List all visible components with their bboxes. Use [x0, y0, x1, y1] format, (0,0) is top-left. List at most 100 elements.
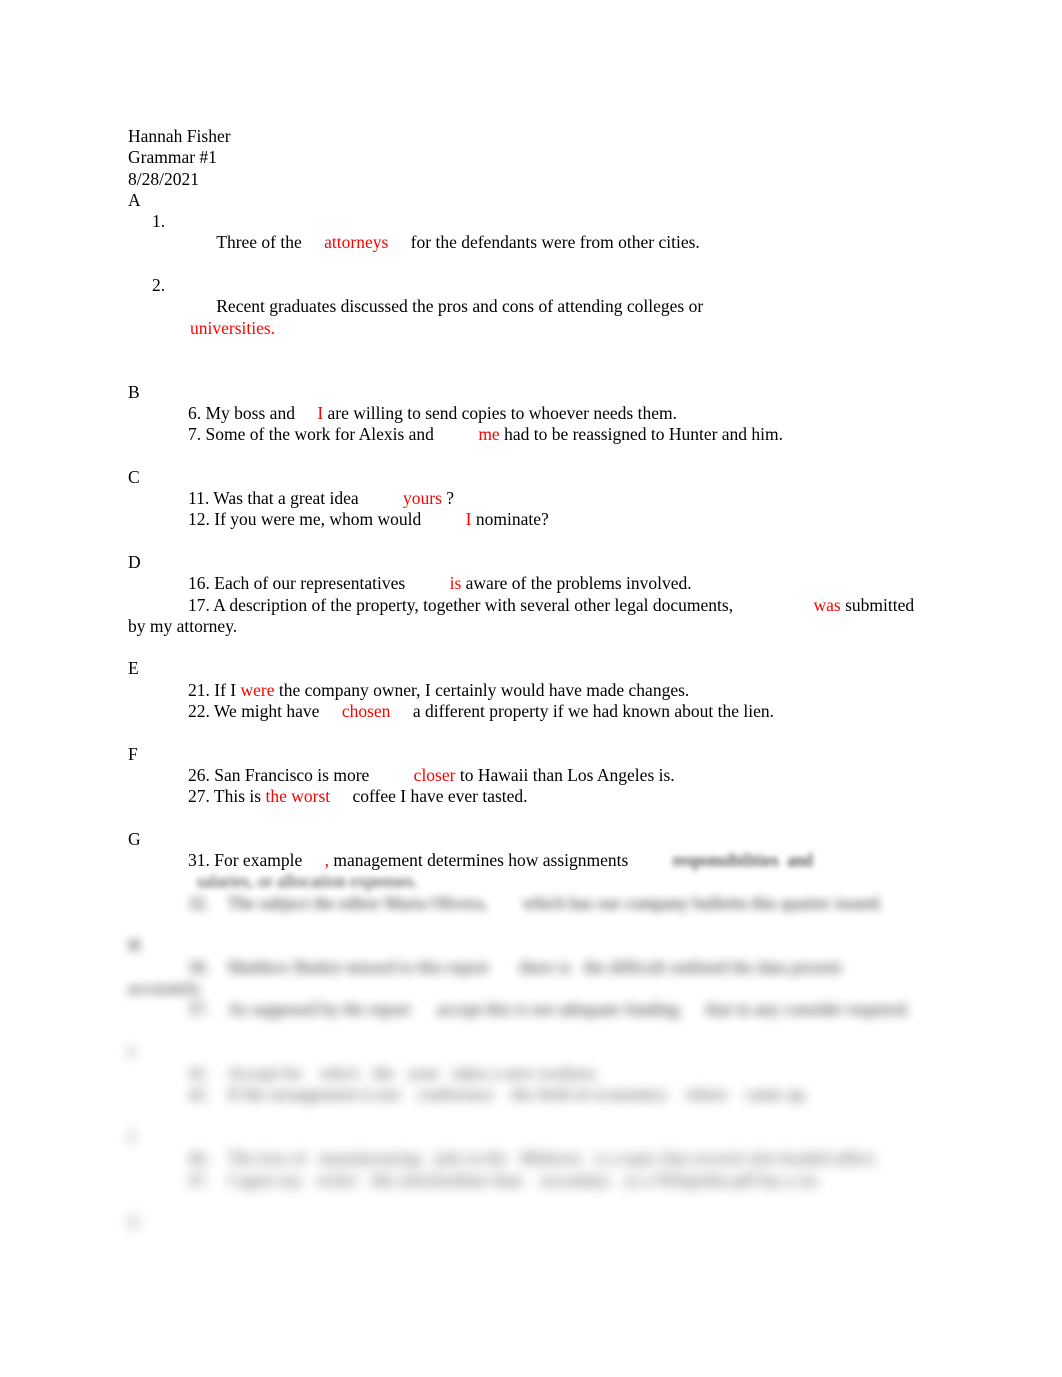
blurred-text: I agree my writer this intermediate than… [227, 1169, 821, 1190]
section-heading-c: C [128, 466, 140, 487]
item-number: 21. [188, 679, 210, 700]
list-item: 27. This is the worst coffee I have ever… [128, 786, 918, 807]
item-text-before: Recent graduates discussed the pros and … [216, 296, 708, 317]
list-item: 22. We might have chosen a different pro… [128, 701, 918, 722]
section-heading-i: I [128, 1041, 134, 1062]
blurred-text: salaries, or allocation expenses. [188, 871, 418, 892]
blurred-text: The loss of manufacturing jobs in the Mi… [227, 1148, 879, 1169]
section-heading-b: B [128, 381, 140, 402]
item-number: 22. [188, 701, 210, 722]
list-item: 46. The loss of manufacturing jobs in the… [128, 1148, 918, 1169]
item-text-after: nominate? [471, 509, 549, 530]
item-text-after: had to be reassigned to Hunter and him. [499, 424, 784, 445]
list-item: 6. My boss and I are willing to send cop… [128, 403, 918, 424]
list-item: 12. If you were me, whom would I nominat… [128, 509, 918, 530]
item-text-after: are willing to send copies to whoever ne… [323, 402, 677, 423]
item-text-before: San Francisco is more [209, 764, 374, 785]
item-number: 31. [188, 850, 210, 871]
item-number: 32. [188, 892, 210, 913]
list-marker: 2. [152, 275, 166, 296]
list-item: 36. Matthew Barker missed to this report … [128, 957, 918, 1000]
answer-word: me [478, 424, 500, 445]
item-text-after: the company owner, I certainly would hav… [274, 679, 690, 700]
answer-word: yours [403, 488, 442, 509]
item-number: 11. [188, 488, 210, 509]
answer-word: was [813, 594, 841, 615]
blurred-text: Accept for who's the your takes a new wo… [227, 1063, 600, 1084]
list-item: 16. Each of our representatives is aware… [128, 573, 918, 594]
answer-word: universities. [190, 317, 276, 338]
item-number: 47. [188, 1169, 210, 1190]
student-name: Hannah Fisher [128, 126, 231, 146]
assignment-date: 8/28/2021 [128, 168, 199, 189]
item-text-before: Each of our representatives [209, 573, 410, 594]
item-text-after: a different property if we had known abo… [408, 701, 775, 722]
list-marker: 1. [152, 211, 166, 232]
item-number: 36. [188, 956, 210, 977]
document-page: Hannah Fisher Grammar #1 8/28/2021 A 1. T… [0, 0, 1062, 1377]
item-text-before: If I [209, 679, 241, 700]
item-number: 6. [188, 402, 202, 423]
item-number: 27. [188, 786, 210, 807]
answer-word: attorneys [324, 232, 389, 253]
item-number: 46. [188, 1148, 210, 1169]
list-item: 17. A description of the property, toget… [128, 595, 918, 638]
list-item: 1. Three of the attorneys for the defenda… [128, 211, 918, 275]
answer-word: chosen [341, 701, 391, 722]
item-text-before: Three of the [216, 232, 307, 253]
item-text-after: to Hawaii than Los Angeles is. [455, 764, 675, 785]
item-text-after: for the defendants were from other citie… [406, 232, 700, 253]
list-item: 11. Was that a great idea yours ? [128, 488, 918, 509]
section-heading-d: D [128, 551, 141, 572]
item-text-after: coffee I have ever tasted. [348, 786, 528, 807]
section-heading-f: F [128, 743, 138, 764]
section-heading-e: E [128, 658, 139, 679]
item-text-after: ? [441, 488, 455, 509]
list-item: 41. Accept for who's the your takes a new… [128, 1063, 918, 1084]
section-heading-h: H [128, 935, 141, 956]
item-text-before: If you were me, whom would [209, 509, 426, 530]
blurred-text: The subject the editor Maria Olivera, wh… [227, 892, 883, 913]
list-item: 47. I agree my writer this intermediate t… [128, 1170, 918, 1191]
blurred-text: If the arrangement is not conference the… [227, 1084, 809, 1105]
item-number: 16. [188, 573, 210, 594]
item-text-after: management determines how assignments [328, 850, 633, 871]
item-text-before: A description of the property, together … [209, 594, 738, 615]
item-number: 12. [188, 509, 210, 530]
item-number: 26. [188, 764, 210, 785]
blurred-text: responsibilities and [672, 850, 813, 871]
item-number: 7. [188, 424, 202, 445]
assignment-title: Grammar #1 [128, 147, 217, 168]
item-number: 17. [188, 594, 210, 615]
list-item: salaries, or allocation expenses. [128, 871, 918, 892]
item-number: 41. [188, 1063, 210, 1084]
section-heading-a: A [128, 189, 141, 210]
section-heading-g: G [128, 828, 141, 849]
list-item: 31. For example , management determines … [128, 850, 918, 871]
blurred-text: Matthew Barker missed to this report the… [128, 956, 846, 998]
item-text-before: For example [209, 850, 307, 871]
section-heading-k: K [128, 1212, 141, 1233]
item-text-before: Was that a great idea [209, 488, 363, 509]
answer-word: is [449, 573, 462, 594]
document-body: Hannah Fisher Grammar #1 8/28/2021 A 1. T… [128, 126, 918, 1233]
item-text-before: My boss and [201, 402, 300, 423]
list-item: 2. Recent graduates discussed the pros an… [128, 275, 918, 360]
item-number: 42. [188, 1084, 210, 1105]
answer-word: were [240, 679, 275, 700]
list-item: 37. As supposed by the report accept this… [128, 999, 918, 1020]
blurred-text: As supposed by the report accept this is… [227, 999, 911, 1020]
item-text-before: This is [209, 786, 266, 807]
list-item: 7. Some of the work for Alexis and me ha… [128, 424, 918, 445]
item-number: 37. [188, 999, 210, 1020]
